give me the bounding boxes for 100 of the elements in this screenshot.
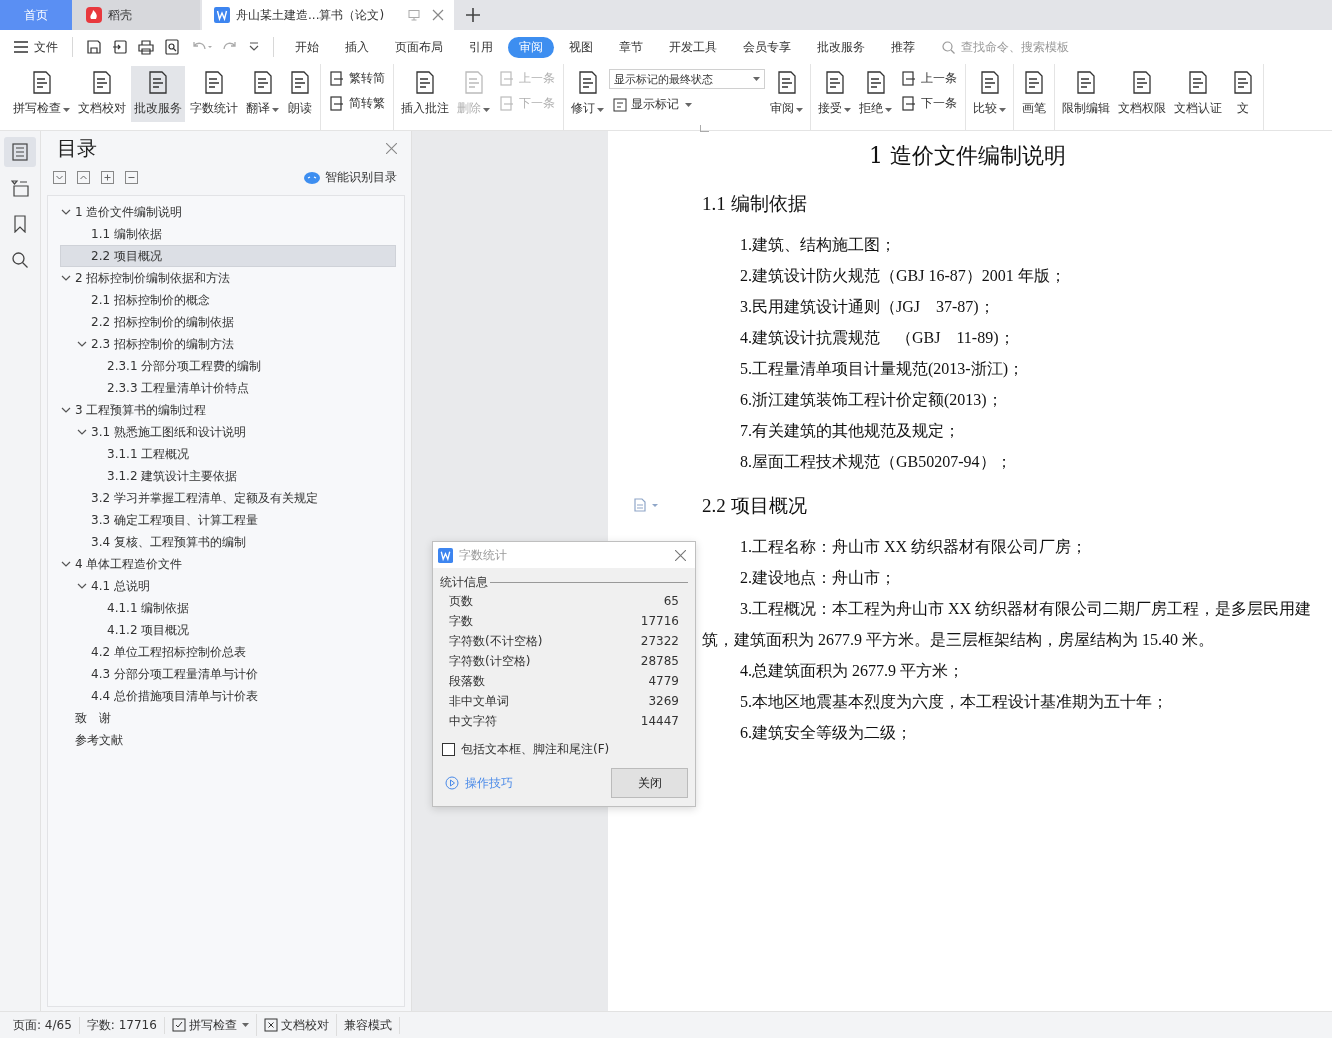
proofread-button[interactable]: 文档校对 bbox=[256, 1014, 337, 1036]
ribbon-button[interactable]: 拒绝 bbox=[856, 66, 895, 122]
toc-item[interactable]: 4.3 分部分项工程量清单与计价 bbox=[60, 663, 396, 685]
ribbon-button[interactable]: 翻译 bbox=[243, 66, 282, 122]
customize-icon[interactable] bbox=[248, 41, 260, 53]
plus-icon[interactable] bbox=[466, 8, 480, 22]
chevron-down-icon[interactable] bbox=[77, 339, 87, 349]
plus-icon[interactable] bbox=[101, 171, 114, 184]
toc-item[interactable]: 3 工程预算书的编制过程 bbox=[60, 399, 396, 421]
chevron-down-icon[interactable] bbox=[61, 207, 71, 217]
toc-item[interactable]: 4.1.2 项目概况 bbox=[60, 619, 396, 641]
save-icon[interactable] bbox=[86, 39, 102, 55]
toc-item[interactable]: 4.1.1 编制依据 bbox=[60, 597, 396, 619]
chevron-down-icon[interactable] bbox=[61, 405, 71, 415]
toc-item[interactable]: 3.1.2 建筑设计主要依据 bbox=[60, 465, 396, 487]
menu-tab[interactable]: 批改服务 bbox=[806, 36, 876, 58]
menu-tab[interactable]: 开发工具 bbox=[658, 36, 728, 58]
ribbon-button[interactable]: 审阅 bbox=[767, 66, 806, 122]
toc-item[interactable]: 2 招标控制价编制依据和方法 bbox=[60, 267, 396, 289]
caret-icon[interactable] bbox=[999, 108, 1006, 112]
ribbon-button[interactable]: 文档校对 bbox=[75, 66, 129, 122]
ribbon-button[interactable]: 简转繁 bbox=[325, 95, 389, 112]
menu-tab[interactable]: 会员专享 bbox=[732, 36, 802, 58]
window-tab[interactable]: 舟山某土建造...算书（论文) bbox=[202, 0, 454, 30]
toc-item[interactable]: 4.1 总说明 bbox=[60, 575, 396, 597]
ribbon-button[interactable]: 比较 bbox=[970, 66, 1009, 122]
ribbon-button[interactable]: 画笔 bbox=[1018, 66, 1050, 122]
toc-item[interactable]: 2.3.1 分部分项工程费的编制 bbox=[60, 355, 396, 377]
caret-icon[interactable] bbox=[753, 77, 760, 81]
ribbon-button[interactable]: 繁转简 bbox=[325, 70, 389, 87]
menu-icon[interactable] bbox=[14, 41, 28, 53]
ribbon-button[interactable]: 文档认证 bbox=[1171, 66, 1225, 122]
toc-item[interactable]: 1.1 编制依据 bbox=[60, 223, 396, 245]
toc-item[interactable]: 2.1 招标控制价的概念 bbox=[60, 289, 396, 311]
toc-item[interactable]: 1 造价文件编制说明 bbox=[60, 201, 396, 223]
ribbon-button[interactable]: 修订 bbox=[568, 66, 607, 122]
toc-item[interactable]: 3.4 复核、工程预算书的编制 bbox=[60, 531, 396, 553]
menu-tab[interactable]: 视图 bbox=[558, 36, 604, 58]
menu-tab[interactable]: 插入 bbox=[334, 36, 380, 58]
caret-icon[interactable] bbox=[241, 1023, 249, 1027]
caret-icon[interactable] bbox=[597, 108, 604, 112]
toc-item[interactable]: 2.2 项目概况 bbox=[60, 245, 396, 267]
ribbon-button[interactable]: 接受 bbox=[815, 66, 854, 122]
print-icon[interactable] bbox=[138, 39, 154, 55]
contents-icon[interactable] bbox=[4, 137, 36, 167]
close-button[interactable]: 关闭 bbox=[611, 768, 688, 798]
expand-down-icon[interactable] bbox=[53, 171, 66, 184]
chevron-down-icon[interactable] bbox=[77, 427, 87, 437]
close-icon[interactable] bbox=[432, 9, 444, 21]
caret-icon[interactable] bbox=[272, 108, 279, 112]
ribbon-button[interactable]: 字数统计 bbox=[187, 66, 241, 122]
toc-item[interactable]: 2.3 招标控制价的编制方法 bbox=[60, 333, 396, 355]
ribbon-button[interactable]: 文档权限 bbox=[1115, 66, 1169, 122]
command-search-field[interactable]: 查找命令、搜索模板 bbox=[942, 39, 1103, 55]
caret-icon[interactable] bbox=[685, 102, 692, 107]
window-tab[interactable]: 稻壳 bbox=[72, 0, 200, 30]
caret-icon[interactable] bbox=[885, 108, 892, 112]
caret-icon[interactable] bbox=[63, 108, 70, 112]
toc-item[interactable]: 3.2 学习并掌握工程清单、定额及有关规定 bbox=[60, 487, 396, 509]
toc-item[interactable]: 4.2 单位工程招标控制价总表 bbox=[60, 641, 396, 663]
export-icon[interactable] bbox=[112, 39, 128, 55]
word-count[interactable]: 字数: 17716 bbox=[79, 1016, 165, 1034]
toc-item[interactable]: 3.3 确定工程项目、计算工程量 bbox=[60, 509, 396, 531]
menu-tab[interactable]: 页面布局 bbox=[384, 36, 454, 58]
chevron-down-icon[interactable] bbox=[77, 581, 87, 591]
toc-item[interactable]: 4.4 总价措施项目清单与计价表 bbox=[60, 685, 396, 707]
ribbon-button[interactable]: 显示标记 bbox=[609, 96, 765, 113]
markup-dropdown[interactable]: 显示标记的最终状态 bbox=[609, 69, 765, 89]
chevron-down-icon[interactable] bbox=[61, 559, 71, 569]
toc-item[interactable]: 2.3.3 工程量清单计价特点 bbox=[60, 377, 396, 399]
ribbon-button[interactable]: 朗读 bbox=[284, 66, 316, 122]
chevron-down-icon[interactable] bbox=[61, 273, 71, 283]
menu-tab[interactable]: 引用 bbox=[458, 36, 504, 58]
ribbon-button[interactable]: 下一条 bbox=[897, 95, 961, 112]
collapse-up-icon[interactable] bbox=[77, 171, 90, 184]
ribbon-button[interactable]: 限制编辑 bbox=[1059, 66, 1113, 122]
menu-tab[interactable]: 开始 bbox=[284, 36, 330, 58]
spell-check-button[interactable]: 拼写检查 bbox=[164, 1014, 257, 1036]
toc-item[interactable]: 4 单体工程造价文件 bbox=[60, 553, 396, 575]
checkbox[interactable] bbox=[442, 743, 455, 756]
toc-item[interactable]: 2.2 招标控制价的编制依据 bbox=[60, 311, 396, 333]
toc-item[interactable]: 参考文献 bbox=[60, 729, 396, 751]
ribbon-button[interactable]: 拼写检查 bbox=[10, 66, 73, 122]
toc-item[interactable]: 3.1 熟悉施工图纸和设计说明 bbox=[60, 421, 396, 443]
menu-tab[interactable]: 章节 bbox=[608, 36, 654, 58]
minus-icon[interactable] bbox=[125, 171, 138, 184]
ribbon-button[interactable]: 插入批注 bbox=[398, 66, 452, 122]
smart-toc-button[interactable]: 智能识别目录 bbox=[298, 168, 403, 187]
menu-tab[interactable]: 推荐 bbox=[880, 36, 926, 58]
file-menu-button[interactable]: 文件 bbox=[12, 38, 64, 56]
ribbon-button[interactable]: 批改服务 bbox=[131, 66, 185, 122]
toc-item[interactable]: 致 谢 bbox=[60, 707, 396, 729]
print-preview-icon[interactable] bbox=[164, 39, 180, 55]
caret-icon[interactable] bbox=[796, 108, 803, 112]
caret-icon[interactable] bbox=[844, 108, 851, 112]
close-icon[interactable] bbox=[675, 549, 686, 561]
close-icon[interactable] bbox=[386, 143, 397, 154]
ribbon-button[interactable]: 文 bbox=[1227, 66, 1259, 122]
toc-item[interactable]: 3.1.1 工程概况 bbox=[60, 443, 396, 465]
ribbon-button[interactable]: 上一条 bbox=[897, 70, 961, 87]
